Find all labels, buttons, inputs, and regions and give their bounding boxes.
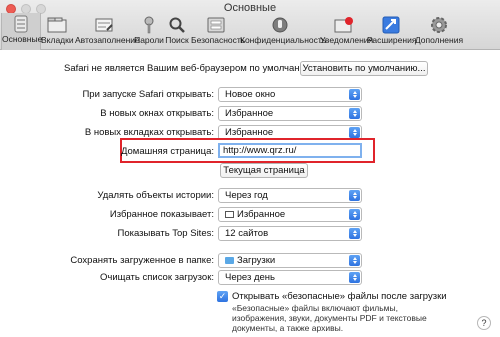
help-button[interactable]: ?: [477, 316, 491, 330]
popup-arrows-icon: [349, 108, 360, 119]
open-safe-files-label: Открывать «безопасные» файлы после загру…: [232, 291, 447, 302]
clear-downloads-popup[interactable]: Через день: [218, 270, 362, 285]
new-windows-value: Избранное: [225, 108, 274, 119]
magnifier-icon: [166, 16, 188, 34]
remove-history-popup[interactable]: Через год: [218, 188, 362, 203]
save-downloads-value: Загрузки: [237, 255, 276, 266]
bookmarks-book-icon: [225, 211, 234, 218]
tab-privacy[interactable]: Конфиденциальность: [240, 14, 327, 49]
clear-downloads-value: Через день: [225, 272, 275, 283]
popup-arrows-icon: [349, 228, 360, 239]
tab-privacy-label: Конфиденциальность: [240, 35, 327, 45]
autofill-icon: [93, 16, 115, 34]
tab-security[interactable]: Безопасность: [191, 14, 246, 49]
save-downloads-label: Сохранять загруженное в папке:: [70, 255, 214, 266]
tab-autofill-label: Автозаполнение: [75, 35, 140, 45]
popup-arrows-icon: [349, 127, 360, 138]
default-browser-text: Safari не является Вашим веб-браузером п…: [64, 63, 315, 74]
top-sites-popup[interactable]: 12 сайтов: [218, 226, 362, 241]
new-tabs-value: Избранное: [225, 127, 274, 138]
preferences-toolbar: Основные Основные Вкладки Автозаполнение…: [0, 0, 500, 50]
homepage-label: Домашняя страница:: [120, 146, 214, 157]
tab-extensions[interactable]: Расширения: [367, 14, 417, 49]
save-downloads-popup[interactable]: Загрузки: [218, 253, 362, 268]
top-sites-value: 12 сайтов: [225, 228, 269, 239]
popup-arrows-icon: [349, 255, 360, 266]
hand-icon: [269, 16, 291, 34]
tab-advanced[interactable]: Дополнения: [414, 14, 464, 49]
homepage-field[interactable]: http://www.qrz.ru/: [218, 143, 362, 158]
tab-notifications-label: Уведомления: [320, 35, 374, 45]
shield-icon: [205, 16, 227, 34]
current-page-button[interactable]: Текущая страница: [220, 163, 308, 178]
folder-icon: [225, 257, 234, 264]
tab-search-label: Поиск: [165, 35, 189, 45]
tab-general[interactable]: Основные: [1, 13, 43, 50]
tab-tabs[interactable]: Вкладки: [41, 14, 74, 49]
tab-search[interactable]: Поиск: [163, 14, 191, 49]
popup-arrows-icon: [349, 190, 360, 201]
favorites-shows-value: Избранное: [237, 209, 286, 220]
extensions-icon: [380, 16, 402, 34]
tab-tabs-label: Вкладки: [41, 35, 74, 45]
switch-icon: [10, 15, 32, 33]
safari-opens-with-label: При запуске Safari открывать:: [82, 89, 214, 100]
clear-downloads-label: Очищать список загрузок:: [100, 272, 214, 283]
open-safe-files-checkbox[interactable]: ✓: [217, 291, 228, 302]
tab-passwords[interactable]: Пароли: [134, 14, 164, 49]
popup-arrows-icon: [349, 209, 360, 220]
favorites-shows-popup[interactable]: Избранное: [218, 207, 362, 222]
tab-autofill[interactable]: Автозаполнение: [75, 14, 140, 49]
new-tabs-label: В новых вкладках открывать:: [84, 127, 214, 138]
safari-opens-with-popup[interactable]: Новое окно: [218, 87, 362, 102]
favorites-shows-label: Избранное показывает:: [109, 209, 214, 220]
new-windows-label: В новых окнах открывать:: [100, 108, 214, 119]
tab-passwords-label: Пароли: [134, 35, 164, 45]
safari-opens-with-value: Новое окно: [225, 89, 276, 100]
new-windows-popup[interactable]: Избранное: [218, 106, 362, 121]
tab-notifications[interactable]: Уведомления: [320, 14, 374, 49]
gear-icon: [428, 16, 450, 34]
safe-files-description: «Безопасные» файлы включают фильмы, изоб…: [232, 303, 427, 333]
tab-security-label: Безопасность: [191, 35, 246, 45]
popup-arrows-icon: [349, 89, 360, 100]
tab-general-label: Основные: [2, 34, 43, 44]
tab-extensions-label: Расширения: [367, 35, 417, 45]
remove-history-label: Удалять объекты истории:: [97, 190, 214, 201]
notifications-icon: [333, 16, 355, 34]
remove-history-value: Через год: [225, 190, 268, 201]
tabs-icon: [46, 16, 68, 34]
popup-arrows-icon: [349, 272, 360, 283]
set-default-button[interactable]: Установить по умолчанию...: [300, 61, 428, 76]
top-sites-label: Показывать Top Sites:: [117, 228, 214, 239]
tab-advanced-label: Дополнения: [414, 35, 464, 45]
window-title: Основные: [223, 2, 277, 14]
key-icon: [138, 16, 160, 34]
